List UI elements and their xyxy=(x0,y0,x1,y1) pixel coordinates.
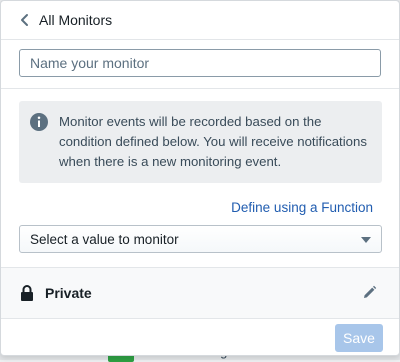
popover-header: All Monitors xyxy=(1,1,399,40)
monitor-name-input[interactable] xyxy=(19,49,381,77)
create-monitor-popover: All Monitors Monitor events will be reco… xyxy=(0,0,400,356)
callout-text: Monitor events will be recorded based on… xyxy=(59,114,367,169)
define-using-function-link[interactable]: Define using a Function xyxy=(231,200,373,215)
privacy-label: Private xyxy=(45,285,92,301)
save-button[interactable]: Save xyxy=(335,324,383,352)
info-callout: Monitor events will be recorded based on… xyxy=(19,101,382,183)
info-icon xyxy=(30,113,48,131)
monitor-value-select[interactable]: Select a value to monitor xyxy=(19,225,382,253)
caret-down-icon xyxy=(361,237,371,243)
privacy-row: Private xyxy=(1,268,399,318)
lock-icon xyxy=(21,285,33,301)
chevron-left-icon[interactable] xyxy=(19,13,31,27)
divider xyxy=(1,88,399,89)
back-to-all-monitors[interactable]: All Monitors xyxy=(39,12,112,28)
pencil-icon[interactable] xyxy=(362,285,377,300)
divider xyxy=(1,318,399,319)
select-value-label: Select a value to monitor xyxy=(30,232,179,247)
